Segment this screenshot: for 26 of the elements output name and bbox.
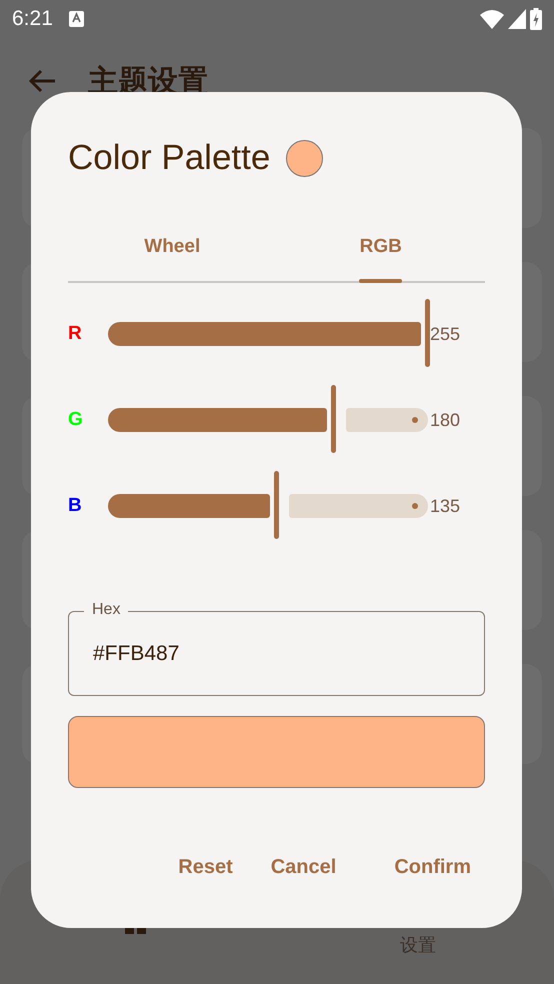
dialog-title: Color Palette xyxy=(68,137,270,179)
channel-label: G xyxy=(68,408,84,432)
dialog-button[interactable]: Confirm xyxy=(386,846,479,888)
channel-value: 255 xyxy=(430,322,460,346)
battery-icon xyxy=(530,8,542,30)
channel-label: R xyxy=(68,322,83,346)
dialog-button[interactable]: Reset xyxy=(170,846,241,888)
color-swatch xyxy=(286,140,324,177)
channel-value: 180 xyxy=(430,408,460,432)
status-time: 6:21 xyxy=(12,6,53,32)
keyboard-icon xyxy=(68,11,84,27)
signal-icon xyxy=(508,9,526,29)
dialog-button[interactable]: Cancel xyxy=(262,846,344,888)
slider-thumb[interactable] xyxy=(330,385,336,453)
slider-track[interactable] xyxy=(108,385,428,455)
slider-thumb[interactable] xyxy=(274,471,280,539)
tab[interactable]: RGB xyxy=(276,218,485,281)
slider-thumb[interactable] xyxy=(425,299,430,367)
slider-track[interactable] xyxy=(108,299,428,369)
wifi-icon xyxy=(480,9,504,29)
nav-label[interactable]: 设置 xyxy=(400,932,436,959)
slider-track[interactable] xyxy=(108,471,428,541)
tab[interactable]: Wheel xyxy=(68,218,276,281)
channel-value: 135 xyxy=(430,494,460,518)
back-arrow-icon[interactable] xyxy=(28,69,56,93)
channel-label: B xyxy=(68,494,83,518)
